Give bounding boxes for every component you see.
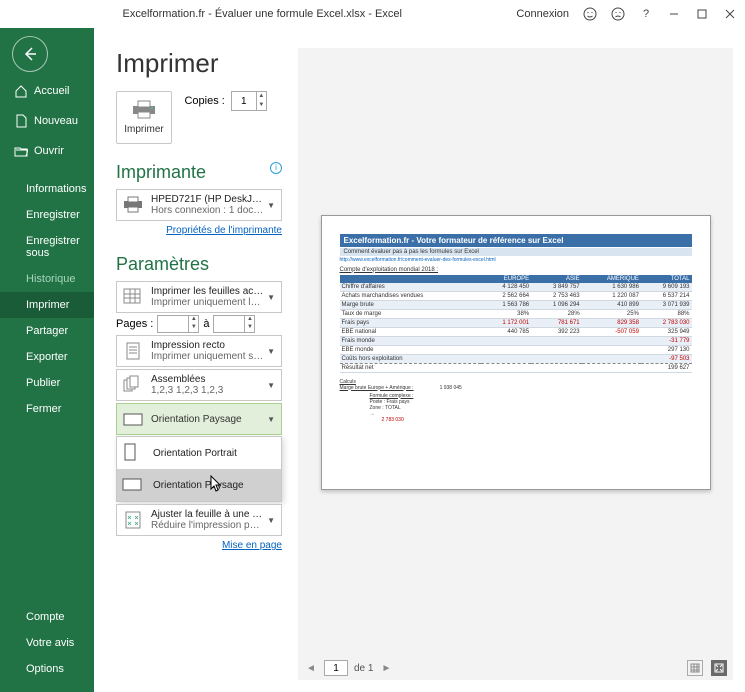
landscape-icon	[121, 475, 145, 495]
collate-dropdown[interactable]: Assemblées1,2,3 1,2,3 1,2,3 ▼	[116, 369, 282, 401]
orientation-dropdown[interactable]: Orientation Paysage ▼	[116, 403, 282, 435]
copies-input[interactable]	[232, 92, 256, 110]
sidebar-enregistrer-sous[interactable]: Enregistrer sous	[0, 228, 94, 266]
sidebar-ouvrir[interactable]: Ouvrir	[0, 136, 94, 166]
chevron-down-icon: ▼	[265, 201, 277, 210]
copies-up[interactable]: ▲	[257, 92, 266, 101]
chevron-down-icon: ▼	[265, 347, 277, 356]
sidebar-exporter[interactable]: Exporter	[0, 344, 94, 370]
copies-spinner[interactable]: ▲▼	[231, 91, 267, 111]
prev-page-button[interactable]: ◄	[304, 663, 318, 674]
sheets-icon	[121, 285, 145, 309]
sidebar-historique[interactable]: Historique	[0, 266, 94, 292]
printer-name: HPED721F (HP DeskJet 2600…	[151, 194, 265, 205]
portrait-icon	[121, 443, 145, 463]
scaling-dropdown[interactable]: Ajuster la feuille à une pageRéduire l'i…	[116, 504, 282, 536]
sidebar-options[interactable]: Options	[0, 656, 94, 682]
landscape-icon	[121, 407, 145, 431]
print-what-dropdown[interactable]: Imprimer les feuilles activesImprimer un…	[116, 281, 282, 313]
sidebar-item-label: Nouveau	[34, 115, 78, 127]
page-number-input[interactable]	[324, 660, 348, 676]
sidebar-compte[interactable]: Compte	[0, 604, 94, 630]
close-icon[interactable]	[723, 7, 737, 21]
maximize-icon[interactable]	[695, 7, 709, 21]
orientation-portrait-option[interactable]: Orientation Portrait	[117, 437, 281, 469]
orientation-paysage-option[interactable]: Orientation Paysage	[117, 469, 281, 501]
zoom-page-button[interactable]	[711, 660, 727, 676]
file-icon	[14, 114, 28, 128]
orientation-popup: Orientation Portrait Orientation Paysage	[116, 436, 282, 502]
printer-heading: Imprimantei	[116, 162, 282, 183]
minimize-icon[interactable]	[667, 7, 681, 21]
print-button-label: Imprimer	[121, 124, 167, 135]
printer-icon	[121, 193, 145, 217]
back-button[interactable]	[12, 36, 48, 72]
printer-status: Hors connexion : 1 docume…	[151, 205, 265, 216]
pages-label: Pages :	[116, 318, 153, 330]
print-preview: Excelformation.fr - Votre formateur de r…	[321, 215, 711, 490]
printer-icon	[130, 100, 158, 120]
sidebar-imprimer[interactable]: Imprimer	[0, 292, 94, 318]
face-smile-icon[interactable]	[583, 7, 597, 21]
sidebar-partager[interactable]: Partager	[0, 318, 94, 344]
printer-dropdown[interactable]: HPED721F (HP DeskJet 2600…Hors connexion…	[116, 189, 282, 221]
sidebar-home[interactable]: Accueil	[0, 76, 94, 106]
sides-dropdown[interactable]: Impression rectoImprimer uniquement sur …	[116, 335, 282, 367]
sidebar-fermer[interactable]: Fermer	[0, 396, 94, 422]
sidebar-avis[interactable]: Votre avis	[0, 630, 94, 656]
sidebar-enregistrer[interactable]: Enregistrer	[0, 202, 94, 228]
page-single-icon	[121, 339, 145, 363]
preview-table: EUROPEASIEAMÉRIQUETOTAL Chiffre d'affair…	[340, 275, 692, 373]
sidebar-publier[interactable]: Publier	[0, 370, 94, 396]
page-to-spinner[interactable]: ▲▼	[213, 315, 255, 333]
page-title: Imprimer	[116, 48, 282, 79]
page-setup-link[interactable]: Mise en page	[116, 540, 282, 551]
chevron-down-icon: ▼	[265, 381, 277, 390]
home-icon	[14, 84, 28, 98]
chevron-down-icon: ▼	[265, 516, 277, 525]
sidebar-nouveau[interactable]: Nouveau	[0, 106, 94, 136]
params-heading: Paramètres	[116, 254, 282, 275]
chevron-down-icon: ▼	[265, 293, 277, 302]
fit-page-icon	[121, 508, 145, 532]
cursor-icon	[209, 475, 223, 493]
sidebar-item-label: Ouvrir	[34, 145, 64, 157]
copies-label: Copies :	[184, 95, 224, 107]
page-total: de 1	[354, 663, 373, 674]
print-button[interactable]: Imprimer	[116, 91, 172, 144]
chevron-down-icon: ▼	[265, 415, 277, 424]
info-icon[interactable]: i	[270, 162, 282, 174]
printer-properties-link[interactable]: Propriétés de l'imprimante	[116, 225, 282, 236]
copies-down[interactable]: ▼	[257, 101, 266, 110]
page-from-spinner[interactable]: ▲▼	[157, 315, 199, 333]
sidebar-informations[interactable]: Informations	[0, 176, 94, 202]
next-page-button[interactable]: ►	[379, 663, 393, 674]
collate-icon	[121, 373, 145, 397]
window-title: Excelformation.fr - Évaluer une formule …	[8, 8, 516, 20]
folder-open-icon	[14, 144, 28, 158]
show-margins-button[interactable]	[687, 660, 703, 676]
help-icon[interactable]: ?	[639, 7, 653, 21]
backstage-sidebar: Accueil Nouveau Ouvrir Informations Enre…	[0, 28, 94, 692]
login-link[interactable]: Connexion	[516, 8, 569, 20]
sidebar-item-label: Accueil	[34, 85, 69, 97]
face-sad-icon[interactable]	[611, 7, 625, 21]
